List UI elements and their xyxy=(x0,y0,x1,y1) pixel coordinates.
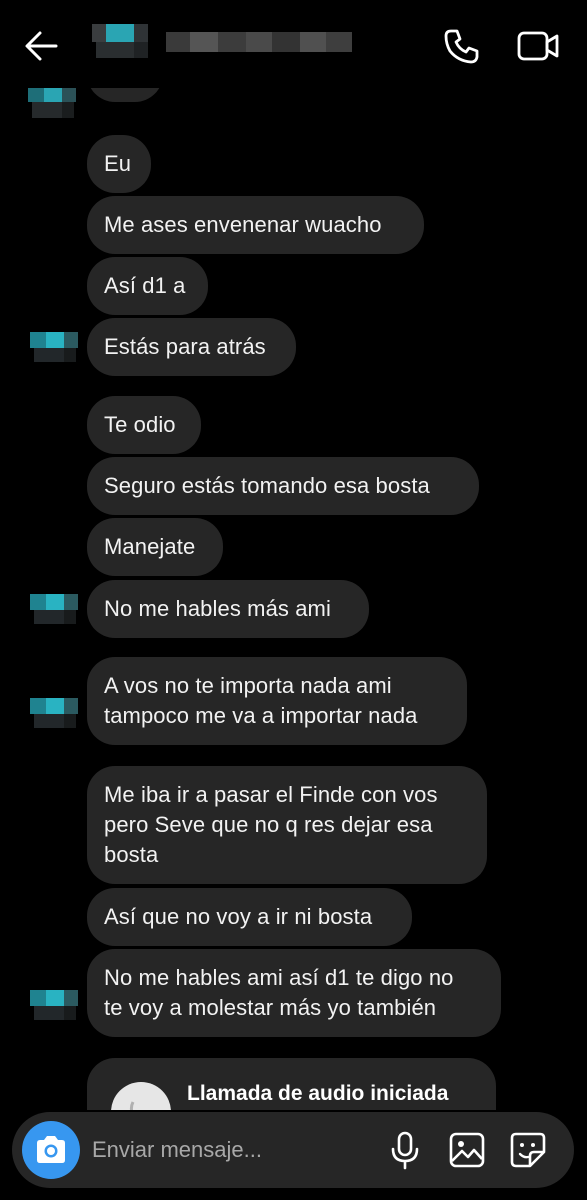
contact-avatar[interactable] xyxy=(24,982,80,1034)
message-bubble[interactable]: A vos no te importa nada ami tampoco me … xyxy=(87,657,467,745)
contact-avatar[interactable] xyxy=(24,586,80,638)
message-bubble[interactable]: No me hables más ami xyxy=(87,580,369,638)
message-list[interactable]: Mía Eu Me ases envenenar wuacho Así d1 a… xyxy=(0,58,587,1110)
gallery-button[interactable] xyxy=(448,1130,486,1170)
video-call-button[interactable] xyxy=(514,24,562,68)
camera-icon xyxy=(37,1136,65,1163)
contact-name-redacted[interactable] xyxy=(166,28,352,58)
chat-screen: Mía Eu Me ases envenenar wuacho Así d1 a… xyxy=(0,0,587,1200)
message-bubble[interactable]: Así d1 a xyxy=(87,257,208,315)
sticker-button[interactable] xyxy=(508,1130,548,1170)
voice-message-button[interactable] xyxy=(388,1130,422,1170)
message-bubble[interactable]: No me hables ami así d1 te digo no te vo… xyxy=(87,949,501,1037)
message-bubble[interactable]: Me ases envenenar wuacho xyxy=(87,196,424,254)
contact-avatar[interactable] xyxy=(24,84,80,136)
call-started-card[interactable]: Llamada de audio iniciada xyxy=(87,1058,496,1110)
audio-call-button[interactable] xyxy=(440,24,484,68)
message-bubble[interactable]: Así que no voy a ir ni bosta xyxy=(87,888,412,946)
message-composer xyxy=(12,1112,574,1188)
contact-avatar[interactable] xyxy=(24,324,80,376)
back-button[interactable] xyxy=(20,24,64,68)
video-camera-icon xyxy=(517,31,559,61)
microphone-icon xyxy=(391,1131,419,1170)
call-title: Llamada de audio iniciada xyxy=(187,1082,449,1105)
chat-header xyxy=(0,0,587,88)
message-input[interactable] xyxy=(92,1112,372,1188)
call-avatar xyxy=(111,1082,171,1110)
phone-icon xyxy=(444,29,479,64)
phone-icon xyxy=(129,1101,135,1110)
message-bubble[interactable]: Eu xyxy=(87,135,151,193)
message-bubble[interactable]: Manejate xyxy=(87,518,223,576)
message-bubble[interactable]: Estás para atrás xyxy=(87,318,296,376)
message-bubble[interactable]: Me iba ir a pasar el Finde con vos pero … xyxy=(87,766,487,884)
contact-avatar[interactable] xyxy=(24,690,80,742)
message-bubble[interactable]: Te odio xyxy=(87,396,201,454)
sticker-icon xyxy=(510,1132,546,1168)
camera-button[interactable] xyxy=(22,1121,80,1179)
arrow-left-icon xyxy=(25,31,58,61)
message-bubble[interactable]: Seguro estás tomando esa bosta xyxy=(87,457,479,515)
image-icon xyxy=(449,1132,485,1168)
header-avatar[interactable] xyxy=(92,16,152,68)
